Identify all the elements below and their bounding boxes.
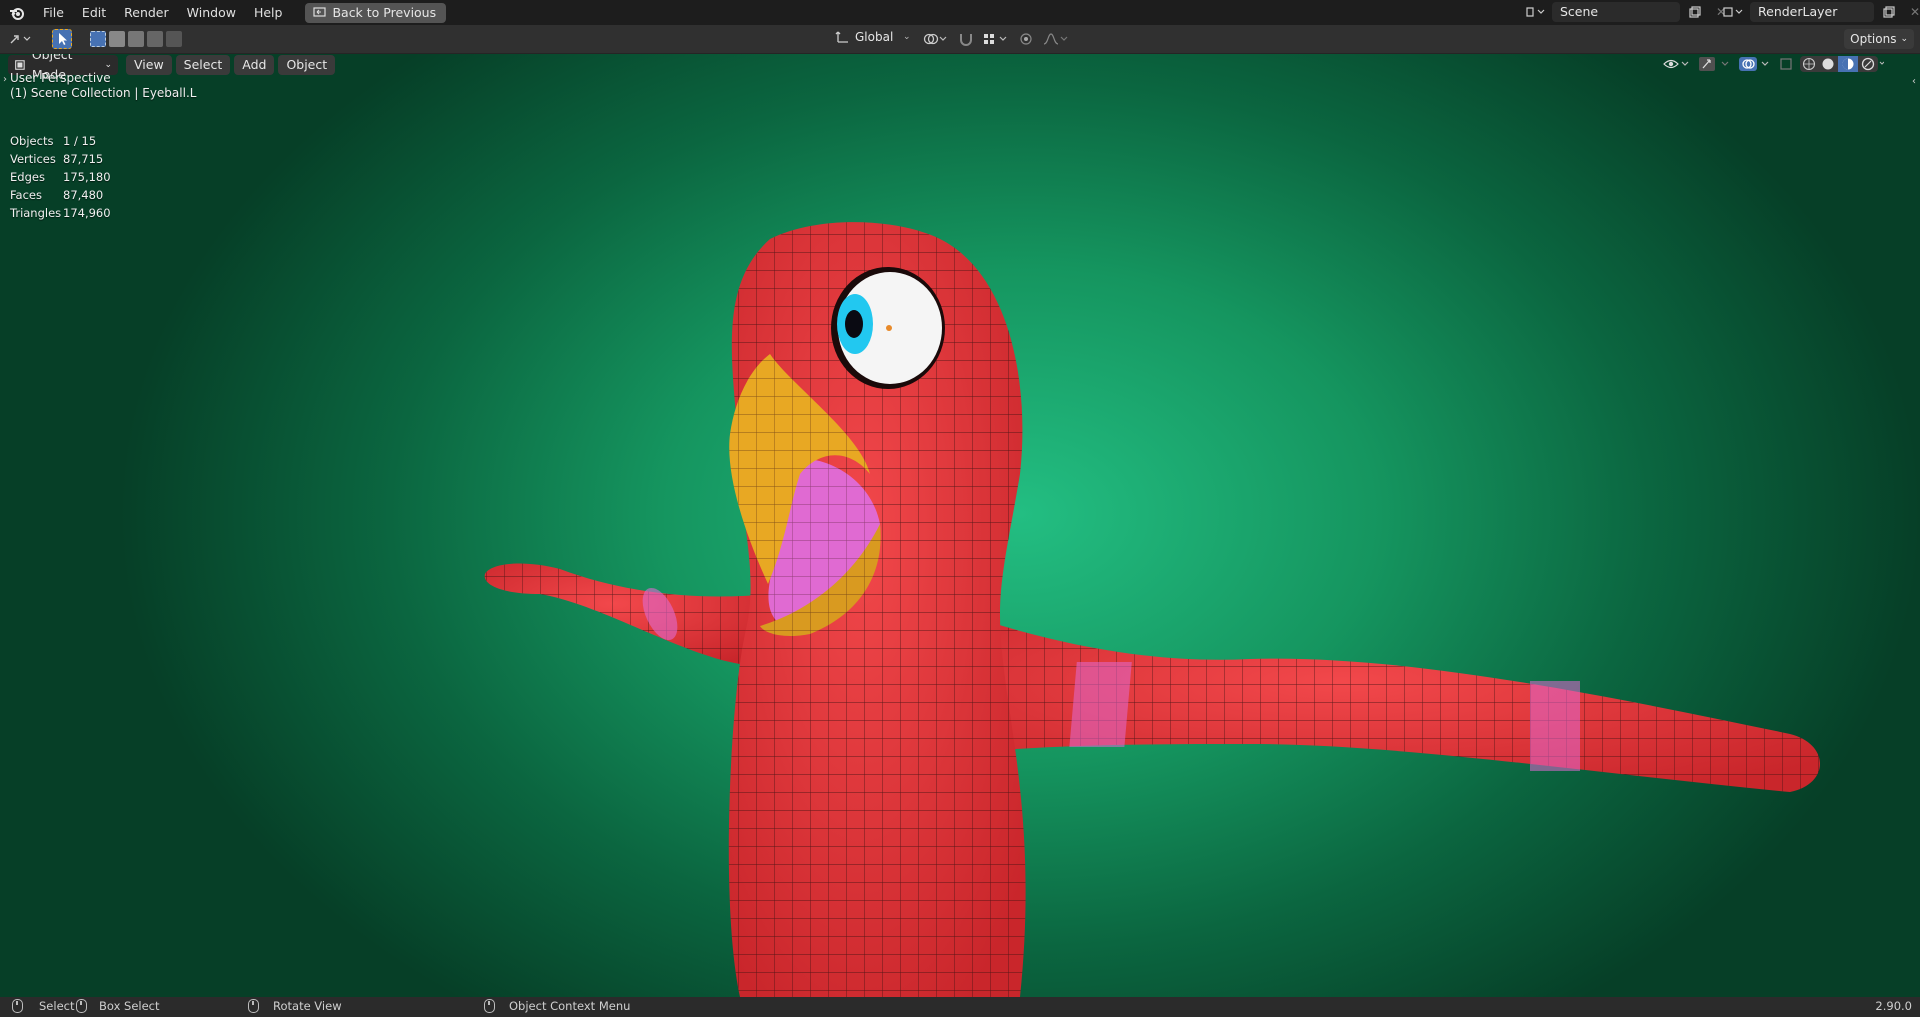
eyeball (831, 267, 945, 389)
cursor-arrow-icon (59, 33, 67, 45)
3d-viewport[interactable]: Object Mode ⌄ View Select Add Object Use… (0, 54, 1920, 997)
pivot-snap-group (922, 31, 1070, 47)
bird-character-model[interactable] (0, 54, 1920, 997)
status-bar: Select Box Select Rotate View Object Con… (0, 997, 1920, 1017)
toolbar-toggle-icon[interactable]: › (3, 74, 7, 85)
menu-render[interactable]: Render (115, 0, 178, 25)
orientation-label: Global (855, 30, 894, 44)
selection-mode-group (90, 31, 182, 47)
screen-back-icon (313, 7, 327, 17)
render-layer-close-icon[interactable]: ✕ (1904, 2, 1920, 22)
mouse-drag-icon (76, 999, 87, 1013)
render-layer-browse-icon[interactable] (1722, 2, 1746, 22)
mouse-right-icon (484, 999, 495, 1013)
chevron-down-icon: ⌄ (903, 32, 911, 42)
render-layer-field[interactable]: RenderLayer (1750, 2, 1874, 22)
menu-window[interactable]: Window (178, 0, 245, 25)
scene-new-icon[interactable] (1684, 2, 1706, 22)
select-intersect-icon[interactable] (166, 31, 182, 47)
snap-magnet-icon[interactable] (958, 31, 974, 47)
render-layer-selector-group: RenderLayer ✕ (1722, 2, 1920, 22)
status-context: Object Context Menu (484, 999, 630, 1013)
orientation-axes-icon (835, 31, 848, 43)
pivot-point-icon[interactable] (922, 31, 950, 47)
select-new-icon[interactable] (90, 31, 106, 47)
editor-type-icon[interactable] (8, 29, 36, 49)
version-label: 2.90.0 (1875, 999, 1912, 1013)
falloff-curve-icon[interactable] (1042, 31, 1070, 47)
scene-name-field[interactable]: Scene (1552, 2, 1680, 22)
back-to-previous-label: Back to Previous (332, 5, 437, 20)
select-invert-icon[interactable] (147, 31, 163, 47)
status-context-label: Object Context Menu (509, 999, 631, 1013)
tool-settings-bar: Global ⌄ Options ⌄ (0, 25, 1920, 54)
blender-logo-icon[interactable] (0, 0, 34, 25)
sidebar-toggle-icon[interactable]: ‹ (1912, 76, 1916, 87)
left-arm (484, 563, 770, 664)
back-to-previous-button[interactable]: Back to Previous (305, 2, 447, 23)
options-label: Options (1850, 32, 1897, 46)
right-arm (950, 609, 1820, 792)
menu-help[interactable]: Help (245, 0, 292, 25)
menu-edit[interactable]: Edit (73, 0, 115, 25)
snap-grid-icon[interactable] (982, 31, 1010, 47)
mouse-left-icon (12, 999, 23, 1013)
status-select: Select (12, 999, 74, 1013)
select-tool-button[interactable] (52, 29, 72, 49)
options-dropdown[interactable]: Options ⌄ (1844, 29, 1914, 49)
select-extend-icon[interactable] (109, 31, 125, 47)
proportional-editing-icon[interactable] (1018, 31, 1034, 47)
transform-orientation-dropdown[interactable]: Global ⌄ (835, 29, 911, 45)
status-rotate-label: Rotate View (273, 999, 342, 1013)
select-subtract-icon[interactable] (128, 31, 144, 47)
top-menu-bar: File Edit Render Window Help Back to Pre… (0, 0, 1920, 25)
status-box-select-label: Box Select (99, 999, 160, 1013)
scene-selector-group: Scene ✕ (1524, 2, 1732, 22)
menu-file[interactable]: File (34, 0, 73, 25)
status-select-label: Select (39, 999, 75, 1013)
status-rotate: Rotate View (248, 999, 342, 1013)
render-layer-new-icon[interactable] (1878, 2, 1900, 22)
scene-browse-icon[interactable] (1524, 2, 1548, 22)
status-box-select: Box Select (76, 999, 160, 1013)
chevron-down-icon: ⌄ (1900, 34, 1908, 44)
mouse-middle-icon (248, 999, 259, 1013)
